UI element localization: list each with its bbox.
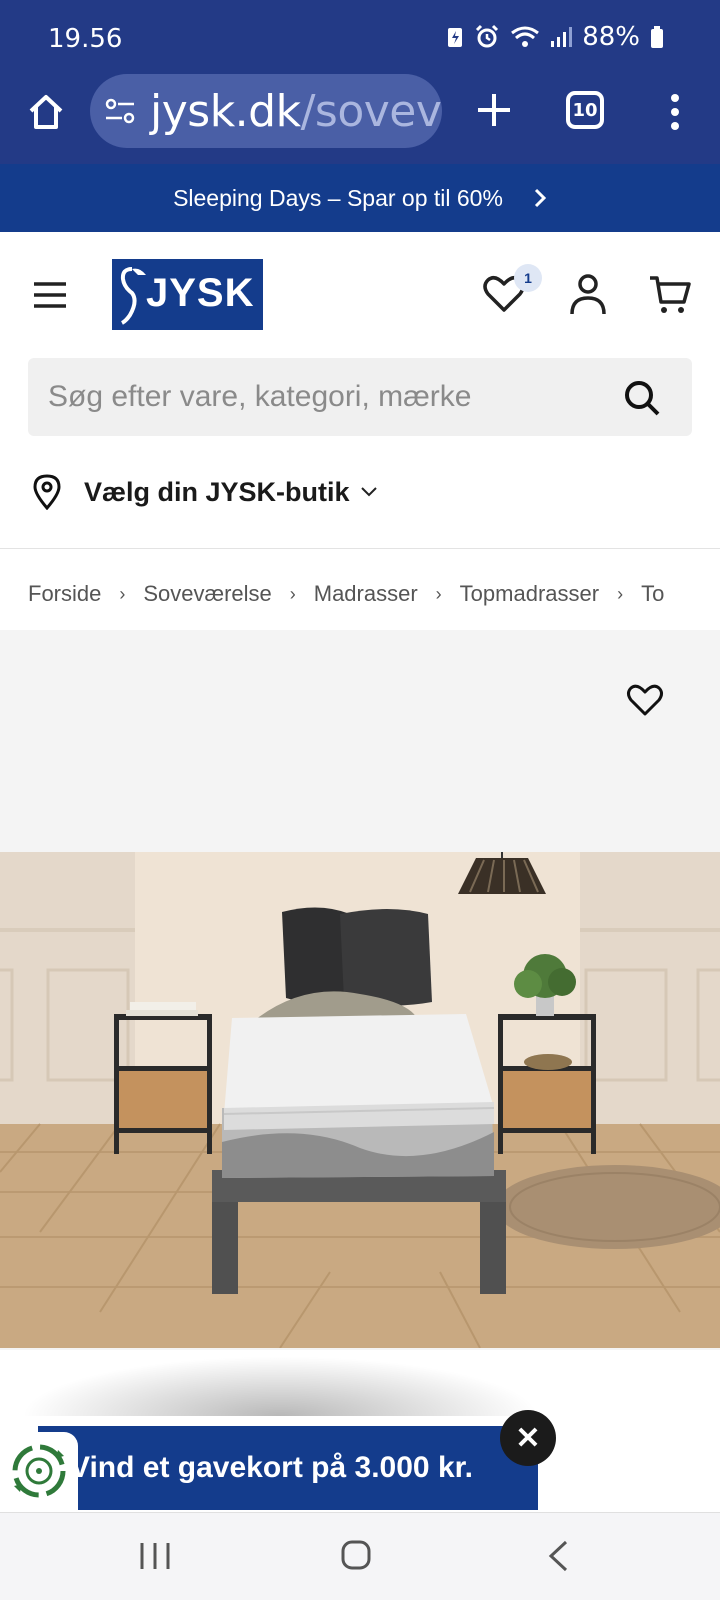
close-popup-button[interactable]: ✕ bbox=[500, 1410, 556, 1466]
store-selector[interactable]: Vælg din JYSK-butik bbox=[32, 472, 378, 512]
new-tab-button[interactable] bbox=[468, 84, 520, 136]
alarm-icon bbox=[476, 24, 499, 48]
recents-icon[interactable] bbox=[138, 1541, 172, 1571]
cart-icon[interactable] bbox=[648, 272, 692, 316]
jysk-logo[interactable]: JYSK bbox=[112, 259, 263, 330]
close-icon: ✕ bbox=[515, 1421, 541, 1455]
status-time: 19.56 bbox=[48, 24, 123, 54]
nav-home-icon[interactable] bbox=[340, 1539, 372, 1571]
status-bar: 19.56 88% bbox=[0, 0, 720, 72]
battery-icon bbox=[651, 26, 663, 48]
breadcrumb-item[interactable]: To bbox=[641, 581, 664, 607]
url-text: jysk.dk/sovev bbox=[150, 86, 442, 137]
breadcrumb-separator-icon: › bbox=[617, 583, 624, 604]
site-settings-icon[interactable] bbox=[104, 96, 136, 126]
wifi-icon bbox=[511, 26, 540, 47]
signal-icon bbox=[551, 27, 573, 47]
wishlist-count-badge: 1 bbox=[514, 264, 542, 292]
home-icon bbox=[29, 95, 63, 129]
add-to-wishlist-heart-icon[interactable] bbox=[626, 682, 664, 718]
promo-text: Sleeping Days – Spar op til 60% bbox=[173, 184, 503, 211]
divider bbox=[0, 548, 720, 549]
browser-toolbar: jysk.dk/sovev 10 bbox=[0, 72, 720, 164]
hamburger-icon[interactable] bbox=[32, 280, 68, 310]
url-domain: jysk.dk bbox=[150, 86, 301, 137]
product-image[interactable] bbox=[0, 852, 720, 1348]
promo-banner[interactable]: Sleeping Days – Spar op til 60% bbox=[0, 164, 720, 232]
overflow-menu-icon[interactable] bbox=[660, 86, 690, 138]
tabs-button[interactable]: 10 bbox=[566, 91, 604, 129]
url-path: /sovev bbox=[300, 86, 442, 137]
browser-home-button[interactable] bbox=[22, 88, 70, 136]
popup-shadow bbox=[20, 1356, 540, 1416]
chevron-down-icon bbox=[360, 487, 377, 497]
search-input[interactable]: Søg efter vare, kategori, mærke bbox=[28, 358, 692, 436]
battery-saver-icon bbox=[448, 28, 463, 47]
battery-percent: 88% bbox=[582, 22, 640, 52]
search-placeholder: Søg efter vare, kategori, mærke bbox=[48, 380, 472, 413]
location-pin-icon bbox=[33, 474, 61, 510]
logo-text: JYSK bbox=[146, 271, 255, 315]
breadcrumb-item[interactable]: Forside bbox=[28, 581, 101, 607]
breadcrumb: Forside › Soveværelse › Madrasser › Topm… bbox=[28, 576, 720, 612]
breadcrumb-item[interactable]: Topmadrasser bbox=[460, 581, 599, 607]
user-icon[interactable] bbox=[568, 272, 608, 316]
gift-card-banner[interactable]: Vind et gavekort på 3.000 kr. bbox=[38, 1426, 538, 1510]
breadcrumb-item[interactable]: Soveværelse bbox=[143, 581, 271, 607]
breadcrumb-separator-icon: › bbox=[435, 583, 442, 604]
store-selector-label: Vælg din JYSK-butik bbox=[84, 476, 350, 507]
system-nav-bar bbox=[0, 1512, 720, 1600]
gift-card-text: Vind et gavekort på 3.000 kr. bbox=[70, 1451, 473, 1484]
breadcrumb-separator-icon: › bbox=[119, 583, 126, 604]
logo-bird-icon bbox=[120, 267, 146, 325]
breadcrumb-separator-icon: › bbox=[289, 583, 296, 604]
address-bar[interactable]: jysk.dk/sovev bbox=[90, 74, 442, 148]
recycle-wheel-icon bbox=[12, 1444, 66, 1498]
gift-badge[interactable] bbox=[0, 1432, 78, 1510]
breadcrumb-item[interactable]: Madrasser bbox=[314, 581, 418, 607]
chevron-right-icon bbox=[534, 188, 547, 208]
tab-count: 10 bbox=[572, 99, 598, 121]
search-icon[interactable] bbox=[622, 378, 662, 418]
status-indicators: 88% bbox=[446, 22, 664, 52]
back-icon[interactable] bbox=[546, 1539, 570, 1573]
